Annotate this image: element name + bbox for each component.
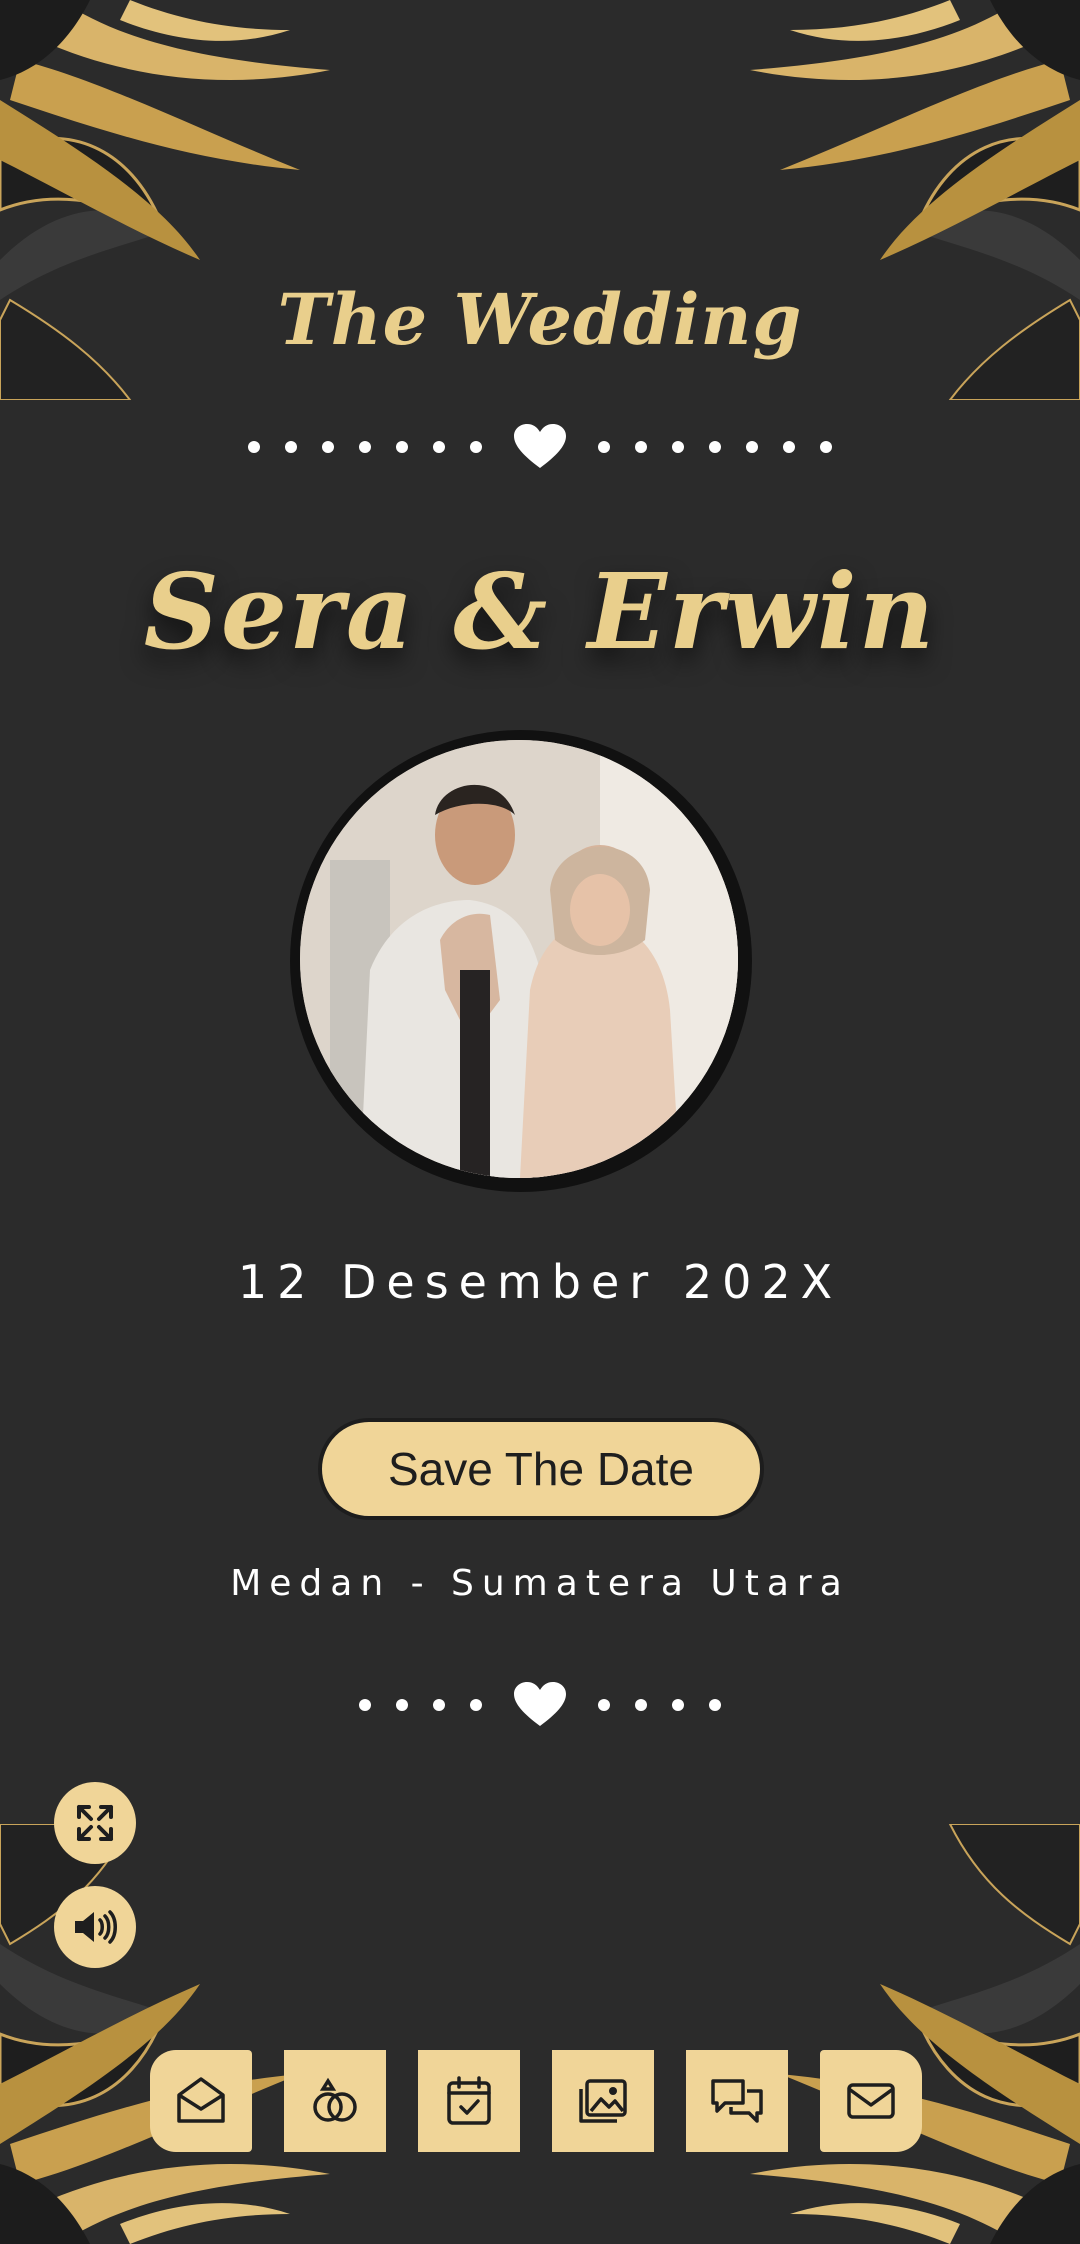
bottom-nav (150, 2050, 922, 2152)
nav-item-gallery[interactable] (552, 2050, 654, 2152)
nav-item-cover[interactable] (150, 2050, 252, 2152)
couple-names: Sera & Erwin (143, 550, 937, 673)
mail-icon (847, 2083, 895, 2119)
envelope-open-icon (177, 2077, 225, 2123)
couple-photo (290, 730, 752, 1192)
corner-foliage-bottom-left (0, 1824, 360, 2244)
gallery-icon (579, 2079, 627, 2123)
dots-left (359, 1699, 482, 1711)
heart-icon (514, 424, 566, 468)
sound-toggle-button[interactable] (54, 1886, 136, 1968)
nav-item-couple[interactable] (284, 2050, 386, 2152)
nav-item-wishes[interactable] (686, 2050, 788, 2152)
heart-icon (514, 1682, 566, 1726)
volume-icon (75, 1910, 117, 1944)
fullscreen-button[interactable] (54, 1782, 136, 1864)
dots-right (598, 441, 832, 453)
dots-right (598, 1699, 721, 1711)
invitation-page: The Wedding Sera & Erwin 12 Desember 202… (0, 0, 1080, 2244)
heart-divider-top (0, 424, 1080, 470)
page-title: The Wedding (277, 278, 803, 361)
corner-foliage-bottom-right (720, 1824, 1080, 2244)
couple-photo-image (300, 740, 738, 1178)
heart-divider-bottom (0, 1682, 1080, 1728)
expand-arrows-icon (77, 1805, 113, 1841)
chat-icon (711, 2079, 763, 2123)
event-date: 12 Desember 202X (237, 1255, 843, 1309)
save-the-date-button[interactable]: Save The Date (318, 1418, 764, 1520)
nav-item-event[interactable] (418, 2050, 520, 2152)
dots-left (248, 441, 482, 453)
nav-item-rsvp[interactable] (820, 2050, 922, 2152)
event-location: Medan - Sumatera Utara (230, 1563, 850, 1604)
rings-icon (313, 2077, 357, 2122)
calendar-check-icon (447, 2076, 491, 2125)
